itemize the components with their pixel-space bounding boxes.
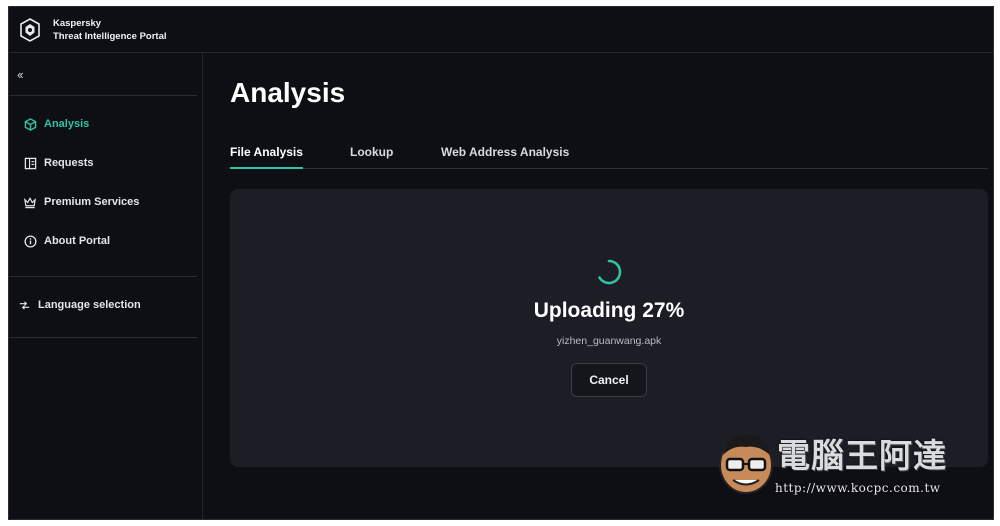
tab-bar: File Analysis Lookup Web Address Analysi… (230, 141, 988, 169)
sidebar-item-label: Analysis (44, 118, 90, 130)
page-title: Analysis (230, 77, 346, 108)
brand-name: Kaspersky (53, 17, 102, 29)
brand-product: Threat Intelligence Portal (53, 30, 167, 42)
tab-web-address-analysis[interactable]: Web Address Analysis (441, 145, 569, 169)
sidebar-item-requests[interactable]: Requests (23, 156, 94, 170)
sidebar-item-label: Requests (44, 157, 94, 169)
language-icon (17, 298, 31, 312)
top-bar: Kaspersky Threat Intelligence Portal (9, 7, 993, 53)
double-chevron-left-icon[interactable]: ‹‹ (17, 67, 37, 83)
sidebar-item-analysis[interactable]: Analysis (23, 117, 89, 131)
watermark-url: http://www.kocpc.com.tw (775, 481, 941, 495)
sidebar-item-premium-services[interactable]: Premium Services (23, 195, 139, 209)
sidebar-item-label: About Portal (44, 235, 110, 247)
sidebar: ‹‹ Analysis Requests Premium Services Ab (9, 53, 203, 519)
info-icon (23, 234, 37, 248)
requests-icon (23, 156, 37, 170)
tab-lookup[interactable]: Lookup (350, 145, 393, 169)
kaspersky-logo-icon[interactable] (19, 17, 41, 42)
loading-spinner-icon (596, 259, 622, 285)
sidebar-item-language-selection[interactable]: Language selection (17, 298, 141, 312)
upload-status: Uploading 27% (533, 299, 685, 322)
sidebar-divider (9, 95, 197, 96)
sidebar-item-about-portal[interactable]: About Portal (23, 234, 110, 248)
sidebar-item-label: Language selection (38, 299, 141, 311)
sidebar-divider (9, 276, 197, 277)
sidebar-item-label: Premium Services (44, 196, 140, 208)
mascot-icon (719, 434, 773, 494)
cancel-button[interactable]: Cancel (571, 363, 647, 397)
sidebar-divider (9, 337, 197, 338)
tab-file-analysis[interactable]: File Analysis (230, 145, 303, 169)
cube-icon (23, 117, 37, 131)
app-window: Kaspersky Threat Intelligence Portal ‹‹ … (8, 6, 994, 520)
upload-filename: yizhen_guanwang.apk (556, 335, 662, 347)
watermark-title: 電腦王阿達 (777, 436, 947, 475)
watermark: 電腦王阿達 http://www.kocpc.com.tw (715, 425, 977, 505)
brand: Kaspersky Threat Intelligence Portal (53, 17, 167, 43)
crown-icon (23, 195, 37, 209)
